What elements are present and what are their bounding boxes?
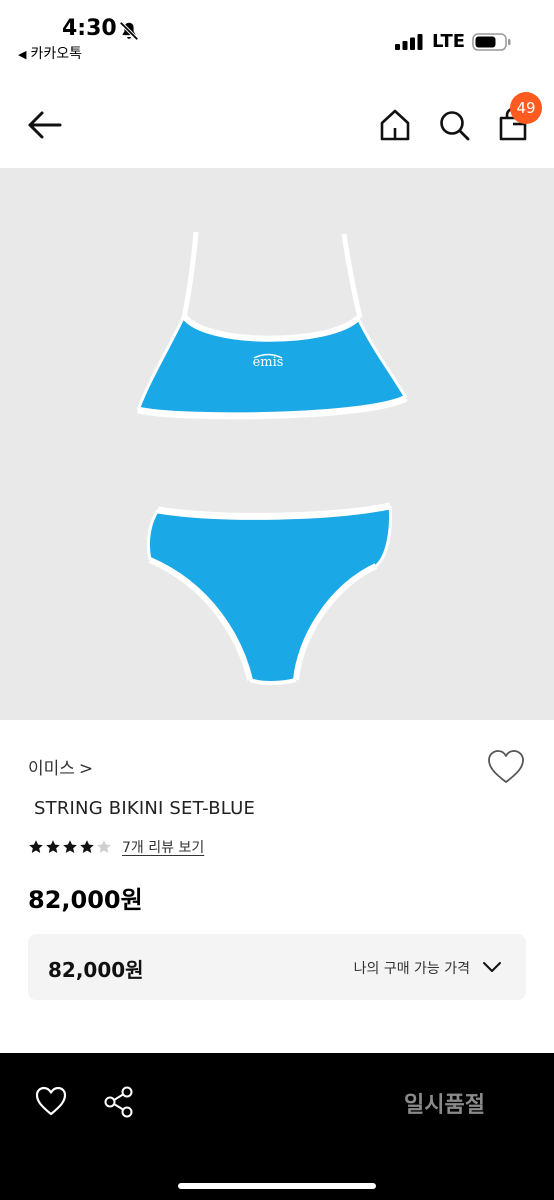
- status-bar: 4:30 ◀ 카카오톡 LTE: [0, 0, 554, 70]
- top-navigation: 49: [0, 80, 554, 168]
- chevron-down-icon: [483, 962, 501, 972]
- search-icon[interactable]: [437, 108, 471, 142]
- status-time: 4:30: [62, 16, 117, 41]
- back-to-app-link[interactable]: ◀ 카카오톡: [18, 43, 82, 63]
- product-image[interactable]: emis: [0, 168, 554, 720]
- network-label: LTE: [432, 31, 466, 52]
- soldout-button[interactable]: 일시품절: [404, 1087, 485, 1119]
- bell-muted-icon: [119, 21, 139, 41]
- back-arrow-icon[interactable]: [26, 110, 64, 140]
- brand-chevron-icon: >: [78, 759, 94, 779]
- star-filled-icon: [80, 840, 94, 853]
- rating-row: 7개 리뷰 보기: [28, 836, 204, 858]
- battery-icon: [472, 33, 511, 51]
- heart-icon[interactable]: [34, 1085, 68, 1117]
- product-name: STRING BIKINI SET-BLUE: [34, 798, 256, 819]
- star-filled-icon: [46, 840, 60, 853]
- brand-name: 이미스: [28, 759, 75, 779]
- star-empty-icon: [97, 840, 111, 853]
- review-link[interactable]: 7개 리뷰 보기: [122, 837, 204, 857]
- product-price: 82,000원: [28, 886, 143, 914]
- purchase-price-value: 82,000원: [48, 958, 144, 982]
- purchase-price-label: 나의 구매 가능 가격: [353, 961, 470, 977]
- home-indicator[interactable]: [178, 1183, 376, 1189]
- signal-icon: [395, 34, 423, 50]
- bikini-illustration: emis: [136, 231, 408, 685]
- wishlist-heart-icon[interactable]: [486, 748, 526, 786]
- cart-count-badge[interactable]: 49: [510, 92, 542, 124]
- purchase-price-dropdown[interactable]: 82,000원 나의 구매 가능 가격: [28, 934, 526, 1000]
- back-app-label: 카카오톡: [30, 46, 82, 62]
- back-triangle-icon: ◀: [18, 48, 27, 61]
- star-filled-icon: [63, 840, 77, 853]
- star-rating: [28, 839, 113, 855]
- share-icon[interactable]: [102, 1085, 136, 1119]
- brand-link[interactable]: 이미스 >: [28, 754, 93, 779]
- home-icon[interactable]: [378, 108, 412, 142]
- star-filled-icon: [29, 840, 43, 853]
- bottom-action-bar: 일시품절: [0, 1053, 554, 1200]
